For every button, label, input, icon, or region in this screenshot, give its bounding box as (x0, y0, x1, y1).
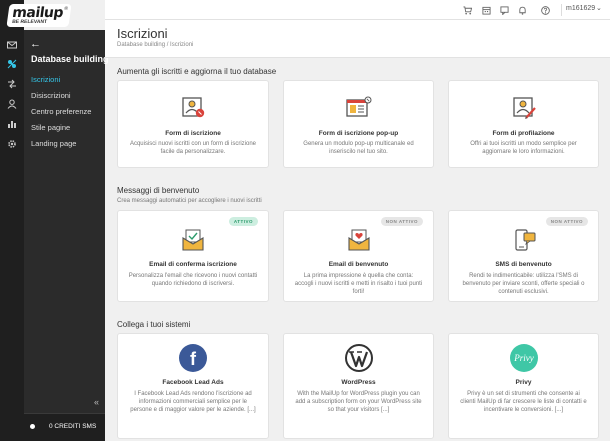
wordpress-icon (344, 344, 373, 372)
statistics-icon[interactable] (5, 117, 19, 131)
privy-icon: Privy (509, 344, 538, 372)
section-subtitle: Crea messaggi automatici per accogliere … (117, 198, 262, 204)
card-description: La prima impressione è quella che conta:… (294, 273, 423, 295)
database-building-icon[interactable] (5, 57, 19, 71)
automation-icon[interactable] (5, 77, 19, 91)
settings-icon[interactable] (5, 137, 19, 151)
card-welcome-sms[interactable]: NON ATTIVO SMS di benvenuto Rendi te ind… (448, 210, 599, 302)
card-title: Email di conferma iscrizione (149, 261, 237, 268)
card-title: Email di benvenuto (328, 261, 389, 268)
svg-text:Privy: Privy (513, 353, 534, 363)
topbar: m161629 ⌄ (105, 0, 610, 20)
sidebar-title: Database building (31, 54, 109, 64)
welcome-sms-icon (514, 229, 535, 251)
status-badge: ATTIVO (228, 217, 258, 226)
card-description: Rendi te indimenticabile: utilizza l'SMS… (462, 273, 585, 295)
sidebar-item-stile-pagine[interactable]: Stile pagine (31, 123, 70, 132)
card-description: Acquisisci nuovi iscritti con un form di… (129, 141, 257, 155)
breadcrumb[interactable]: Database building / Iscrizioni (117, 42, 193, 48)
card-description: Personalizza l'email che ricevono i nuov… (128, 273, 258, 287)
sms-credits-bar[interactable]: 0 CREDITI SMS (24, 413, 105, 441)
sms-credits-label: 0 CREDITI SMS (49, 423, 97, 430)
card-wordpress[interactable]: WordPress With the MailUp for WordPress … (283, 333, 434, 439)
page-header: Iscrizioni Database building / Iscrizion… (105, 20, 610, 58)
confirmation-email-icon (182, 229, 204, 251)
mail-icon[interactable] (5, 38, 19, 52)
card-description: Privy è un set di strumenti che consente… (460, 391, 587, 413)
facebook-icon: f (179, 344, 207, 372)
card-privy[interactable]: Privy Privy Privy è un set di strumenti … (448, 333, 599, 439)
help-icon[interactable] (539, 4, 551, 16)
status-badge: NON ATTIVO (545, 217, 588, 226)
icon-rail (0, 0, 24, 441)
card-title: Form di profilazione (492, 130, 555, 137)
card-description: Offri ai tuoi iscritti un modo semplice … (470, 141, 577, 155)
back-arrow-icon[interactable]: ← (30, 38, 41, 50)
calendar-icon[interactable] (480, 4, 492, 16)
subscription-form-icon (182, 97, 205, 118)
logo-registered-mark: ® (63, 6, 69, 12)
app-root: mailup ® BE RELEVANT ← Database building… (0, 0, 610, 441)
section-title: Collega i tuoi sistemi (117, 320, 191, 329)
sidebar-item-iscrizioni[interactable]: Iscrizioni (31, 75, 60, 84)
notifications-bell-icon[interactable] (516, 4, 528, 16)
section-title: Messaggi di benvenuto (117, 186, 200, 195)
status-badge: NON ATTIVO (380, 217, 423, 226)
card-title: SMS di benvenuto (495, 261, 552, 268)
card-description: I Facebook Lead Ads rendono l'iscrizione… (130, 391, 256, 413)
card-profiling-form[interactable]: Form di profilazione Offri ai tuoi iscri… (448, 80, 599, 168)
mailup-logo[interactable]: mailup ® BE RELEVANT (6, 4, 72, 27)
card-title: Form di iscrizione pop-up (318, 130, 399, 137)
card-description: Genera un modulo pop-up multicanale ed i… (303, 141, 414, 155)
card-facebook-lead-ads[interactable]: f Facebook Lead Ads I Facebook Lead Ads … (117, 333, 269, 439)
card-description: With the MailUp for WordPress plugin you… (295, 391, 422, 413)
collapse-sidebar-icon[interactable]: « (94, 397, 99, 407)
logo-tagline: BE RELEVANT (11, 19, 48, 25)
sidebar-item-landing-page[interactable]: Landing page (31, 139, 76, 148)
profiling-form-icon (512, 97, 536, 119)
card-welcome-email[interactable]: NON ATTIVO Email di benvenuto La prima i… (283, 210, 434, 302)
page-title: Iscrizioni (117, 26, 168, 41)
popup-form-icon (345, 96, 371, 117)
card-subscription-form[interactable]: Form di iscrizione Acquisisci nuovi iscr… (117, 80, 269, 168)
card-title: Form di iscrizione (165, 130, 221, 137)
welcome-email-icon (347, 229, 370, 251)
section-title: Aumenta gli iscritti e aggiorna il tuo d… (117, 67, 277, 76)
cart-icon[interactable] (461, 4, 473, 16)
username[interactable]: m161629 (566, 5, 595, 12)
messages-icon[interactable] (498, 4, 510, 16)
contacts-icon[interactable] (5, 97, 19, 111)
topbar-divider (561, 4, 562, 16)
svg-text:f: f (190, 349, 197, 369)
card-title: Privy (515, 379, 532, 386)
card-title: Facebook Lead Ads (162, 379, 224, 386)
card-popup-form[interactable]: Form di iscrizione pop-up Genera un modu… (283, 80, 434, 168)
chevron-down-icon[interactable]: ⌄ (596, 4, 602, 12)
credits-dot-icon (30, 424, 35, 429)
card-confirmation-email[interactable]: ATTIVO Email di conferma iscrizione Pers… (117, 210, 269, 302)
card-title: WordPress (341, 379, 376, 386)
sidebar-item-disiscrizioni[interactable]: Disiscrizioni (31, 91, 71, 100)
sidebar-item-centro-preferenze[interactable]: Centro preferenze (31, 107, 91, 116)
